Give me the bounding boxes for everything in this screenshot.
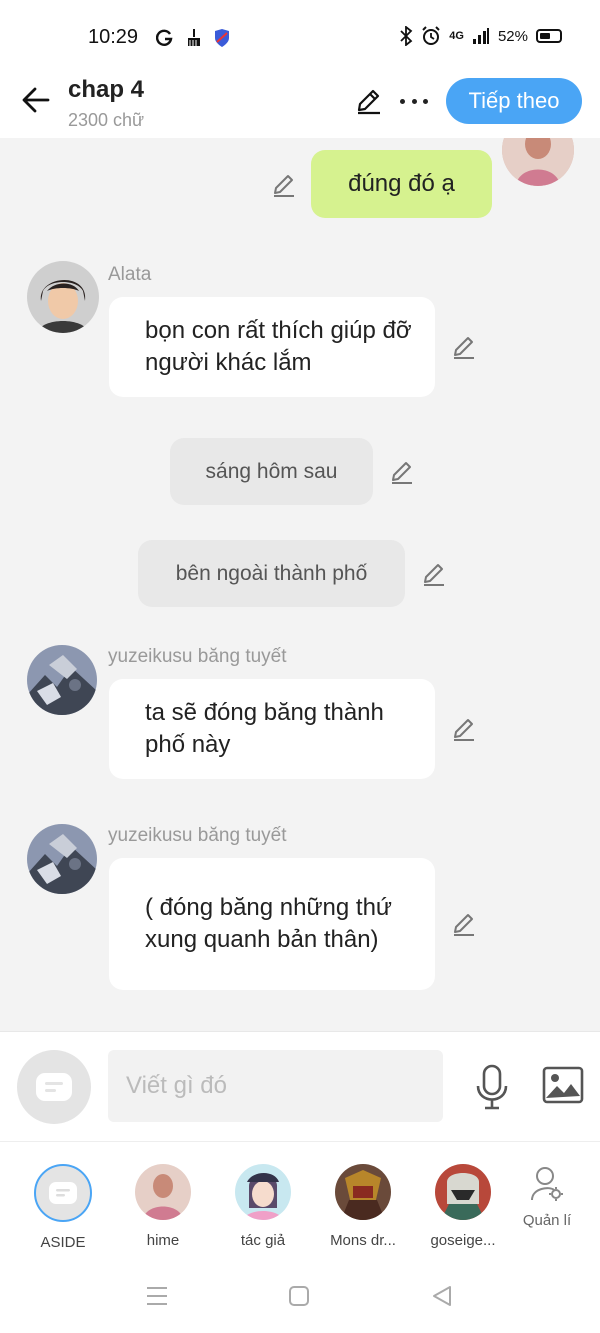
message-input-bar [0,1031,600,1141]
character-hime[interactable]: hime [118,1164,208,1249]
signal-icon [472,28,489,44]
status-bar: 10:29 4G 52% [0,0,600,72]
back-arrow-icon[interactable] [20,84,52,116]
self-message-bubble[interactable]: đúng đó ạ [311,150,492,218]
notification-icons [156,28,230,48]
avatar [235,1164,291,1220]
avatar [435,1164,491,1220]
character-name: Quản lí [522,1212,572,1229]
character-name: tác giả [240,1232,286,1249]
character-name: ASIDE [40,1234,86,1251]
edit-message-icon[interactable] [450,333,478,361]
system-indicators: 4G 52% [399,26,562,46]
chat-bubble-icon [36,1073,72,1101]
message-input[interactable] [108,1050,443,1122]
narration-bubble[interactable]: bên ngoài thành phố [138,540,405,607]
message-mode-button[interactable] [17,1050,91,1124]
back-triangle-icon[interactable] [430,1284,454,1308]
aside-icon [34,1164,92,1222]
character-tac-gia[interactable]: tác giả [218,1164,308,1249]
word-count: 2300 chữ [68,110,145,130]
menu-icon[interactable] [145,1285,169,1307]
edit-pencil-icon[interactable] [354,86,384,116]
bluetooth-icon [400,26,413,46]
avatar [135,1164,191,1220]
g-app-icon [156,29,173,46]
character-name: hime [146,1232,180,1249]
self-avatar[interactable] [502,138,574,186]
network-type: 4G [449,30,464,42]
broom-icon [188,29,200,46]
sender-name: Alata [108,264,152,285]
edit-message-icon[interactable] [388,458,416,486]
edit-message-icon[interactable] [450,715,478,743]
image-icon[interactable] [542,1066,584,1104]
status-time: 10:29 [88,26,139,48]
next-button[interactable]: Tiếp theo [446,78,582,124]
character-aside[interactable]: ASIDE [18,1164,108,1251]
edit-message-icon[interactable] [450,910,478,938]
system-navigation-bar [0,1261,600,1333]
manage-characters-button[interactable]: Quản lí [502,1166,592,1229]
edit-message-icon[interactable] [270,171,298,199]
home-icon[interactable] [288,1285,310,1307]
edit-message-icon[interactable] [420,560,448,588]
shield-icon [215,29,229,47]
character-name: goseige... [430,1232,496,1249]
more-options-icon[interactable] [400,86,428,116]
character-message-bubble[interactable]: ta sẽ đóng băng thành phố này [109,679,435,779]
user-settings-icon [531,1167,563,1201]
chat-area[interactable]: đúng đó ạ Alata bọn con rất thích giúp đ… [0,138,600,1031]
avatar [335,1164,391,1220]
chapter-title: chap 4 [68,76,145,103]
battery-icon [536,29,562,43]
microphone-icon[interactable] [474,1064,510,1110]
character-name: Mons dr... [330,1232,396,1249]
chapter-header: chap 4 2300 chữ Tiếp theo [0,72,600,138]
alata-avatar[interactable] [27,261,99,333]
alarm-icon [422,26,440,45]
sender-name: yuzeikusu băng tuyết [108,825,287,846]
battery-percent: 52% [497,27,528,45]
character-mons[interactable]: Mons dr... [318,1164,408,1249]
yuzeikusu-avatar[interactable] [27,645,97,715]
character-message-bubble[interactable]: ( đóng băng những thứ xung quanh bản thâ… [109,858,435,990]
character-selector: ASIDE hime tác giả Mons dr... goseige...… [0,1141,600,1261]
yuzeikusu-avatar[interactable] [27,824,97,894]
narration-bubble[interactable]: sáng hôm sau [170,438,373,505]
character-goseige[interactable]: goseige... [418,1164,508,1249]
sender-name: yuzeikusu băng tuyết [108,646,287,667]
character-message-bubble[interactable]: bọn con rất thích giúp đỡ người khác lắm [109,297,435,397]
